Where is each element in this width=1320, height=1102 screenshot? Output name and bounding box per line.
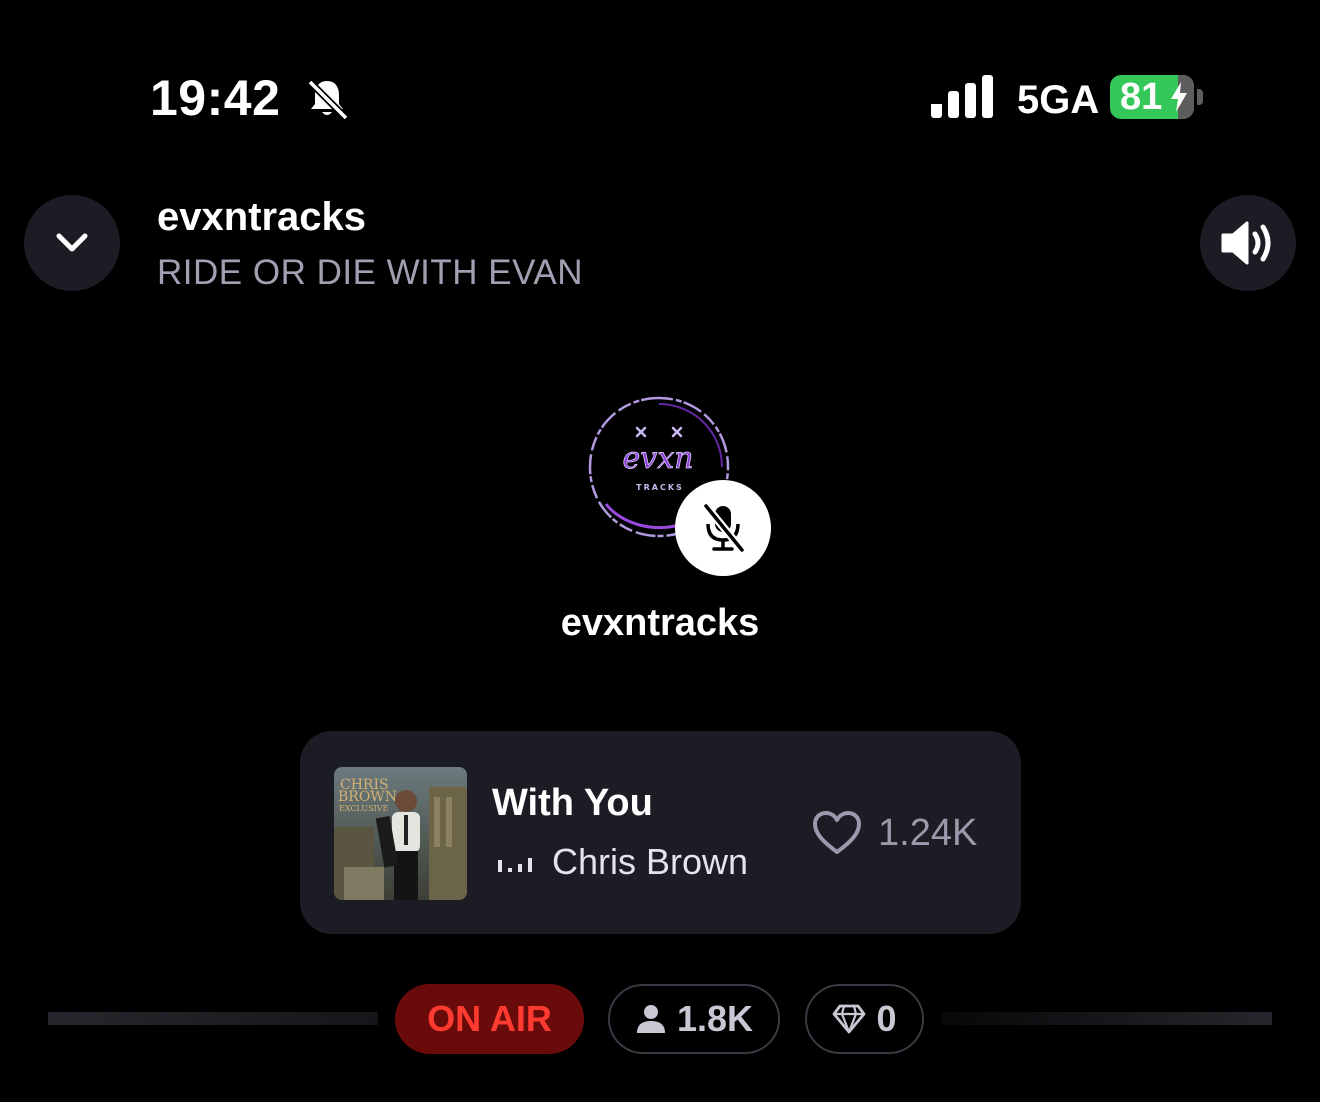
- mic-status-badge: [675, 480, 771, 576]
- status-time: 19:42: [150, 70, 281, 126]
- song-title: With You: [492, 782, 653, 824]
- battery-indicator: 81: [1110, 75, 1194, 119]
- speaker-icon: [1221, 221, 1271, 265]
- room-subtitle: RIDE OR DIE WITH EVAN: [157, 253, 583, 292]
- battery-nub: [1197, 89, 1203, 105]
- collapse-button[interactable]: [24, 195, 120, 291]
- album-text-line-2: BROWN: [338, 789, 397, 805]
- divider-right: [942, 1012, 1272, 1025]
- battery-level: 81: [1120, 76, 1163, 118]
- listeners-badge[interactable]: 1.8K: [608, 984, 780, 1054]
- album-art: CHRIS BROWN EXCLUSIVE: [334, 767, 467, 900]
- charging-bolt-icon: [1171, 82, 1187, 112]
- bell-slash-icon: [307, 79, 349, 121]
- gems-badge[interactable]: 0: [805, 984, 924, 1054]
- on-air-label: ON AIR: [427, 998, 552, 1039]
- album-text-line-3: EXCLUSIVE: [339, 804, 389, 813]
- room-title: evxntracks: [157, 195, 367, 239]
- chevron-down-icon: [56, 233, 88, 252]
- person-icon: [636, 1005, 665, 1033]
- logo-text: evxn: [623, 441, 694, 476]
- artist-name: Chris Brown: [552, 841, 749, 882]
- heart-icon[interactable]: [812, 810, 862, 856]
- equalizer-icon: [498, 858, 532, 872]
- host-name[interactable]: evxntracks: [0, 600, 1320, 646]
- signal-icon: [931, 75, 993, 118]
- network-type: 5GA: [1017, 78, 1100, 122]
- like-count: 1.24K: [878, 812, 978, 854]
- on-air-badge: ON AIR: [395, 984, 584, 1054]
- divider-left: [48, 1012, 378, 1025]
- volume-button[interactable]: [1200, 195, 1296, 291]
- listener-count: 1.8K: [676, 998, 754, 1039]
- diamond-icon: [833, 1004, 866, 1034]
- mic-off-icon: [702, 503, 746, 553]
- logo-subtext: TRACKS: [636, 483, 684, 492]
- gem-count: 0: [876, 998, 897, 1039]
